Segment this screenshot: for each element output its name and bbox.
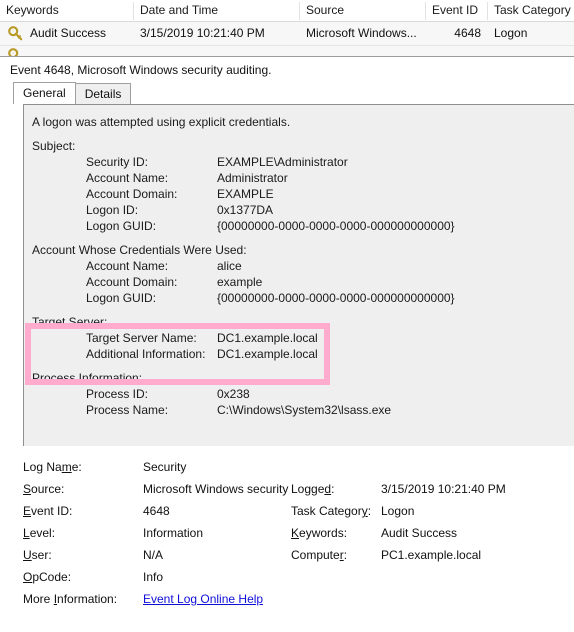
metadata-label-logged: Logged:	[291, 482, 335, 496]
metadata-label-computer: Computer:	[291, 548, 348, 562]
page-title: Event 4648, Microsoft Windows security a…	[0, 56, 574, 82]
tab-strip[interactable]: General Details	[0, 82, 574, 104]
field-row: Account Domain: example	[24, 274, 574, 290]
cell-task-category: Logon	[494, 26, 528, 40]
field-label: Additional Information:	[86, 347, 206, 361]
metadata-row: Log Name: Security	[23, 456, 574, 478]
field-label: Account Domain:	[86, 275, 178, 289]
cell-keywords: Audit Success	[30, 26, 107, 40]
field-value: EXAMPLE	[217, 187, 274, 201]
field-value: 0x238	[217, 387, 250, 401]
field-row: Target Server Name: DC1.example.local	[24, 330, 574, 346]
event-metadata-grid: Log Name: Security Source: Microsoft Win…	[23, 446, 574, 610]
column-header-date-and-time[interactable]: Date and Time	[134, 0, 299, 21]
field-value: Administrator	[217, 171, 288, 185]
field-row: Security ID: EXAMPLE\Administrator	[24, 154, 574, 170]
metadata-row: Level: Information Keywords: Audit Succe…	[23, 522, 574, 544]
metadata-value-computer: PC1.example.local	[381, 548, 482, 562]
metadata-value-logged: 3/15/2019 10:21:40 PM	[381, 482, 506, 496]
cell-event-id: 4648	[454, 26, 481, 40]
field-value: {00000000-0000-0000-0000-000000000000}	[217, 219, 455, 233]
event-detail-panel[interactable]: A logon was attempted using explicit cre…	[23, 104, 574, 446]
metadata-label-more-information: More Information:	[23, 592, 118, 606]
column-header-keywords[interactable]: Keywords	[0, 0, 133, 21]
metadata-value-log-name: Security	[143, 460, 187, 474]
section-heading-target-server: Target Server:	[32, 315, 108, 329]
field-row: Process ID: 0x238	[24, 386, 574, 402]
metadata-row: Source: Microsoft Windows security Logge…	[23, 478, 574, 500]
metadata-label-opcode: OpCode:	[23, 570, 72, 584]
field-value: {00000000-0000-0000-0000-000000000000}	[217, 291, 455, 305]
metadata-label-user: User:	[23, 548, 52, 562]
field-row: Logon ID: 0x1377DA	[24, 202, 574, 218]
event-list-header[interactable]: Keywords Date and Time Source Event ID T…	[0, 0, 574, 22]
field-value: 0x1377DA	[217, 203, 274, 217]
metadata-value-opcode: Info	[143, 570, 164, 584]
tab-general[interactable]: General	[13, 82, 76, 104]
metadata-row: User: N/A Computer: PC1.example.local	[23, 544, 574, 566]
field-label: Account Name:	[86, 259, 169, 273]
field-value: EXAMPLE\Administrator	[217, 155, 348, 169]
field-label: Target Server Name:	[86, 331, 197, 345]
metadata-label-level: Level:	[23, 526, 56, 540]
field-label: Account Name:	[86, 171, 169, 185]
field-value: C:\Windows\System32\lsass.exe	[217, 403, 392, 417]
metadata-value-keywords: Audit Success	[381, 526, 458, 540]
metadata-label-source: Source:	[23, 482, 65, 496]
key-icon	[8, 48, 23, 56]
field-row: Account Domain: EXAMPLE	[24, 186, 574, 202]
field-row: Account Name: Administrator	[24, 170, 574, 186]
metadata-value-user: N/A	[143, 548, 164, 562]
metadata-label-log-name: Log Name:	[23, 460, 82, 474]
metadata-value-task-category: Logon	[381, 504, 415, 518]
metadata-value-source: Microsoft Windows security	[143, 482, 289, 496]
section-heading-subject: Subject:	[32, 139, 76, 153]
metadata-value-event-id: 4648	[143, 504, 170, 518]
field-label: Logon ID:	[86, 203, 139, 217]
field-row: Account Name: alice	[24, 258, 574, 274]
field-row: Additional Information: DC1.example.local	[24, 346, 574, 362]
metadata-row: More Information: Event Log Online Help	[23, 588, 574, 610]
column-header-source[interactable]: Source	[300, 0, 425, 21]
column-header-task-category[interactable]: Task Category	[488, 0, 574, 21]
table-row-partial[interactable]	[0, 46, 574, 56]
field-label: Logon GUID:	[86, 219, 157, 233]
column-header-event-id[interactable]: Event ID	[426, 0, 487, 21]
field-value: DC1.example.local	[217, 331, 318, 345]
field-value: DC1.example.local	[217, 347, 318, 361]
field-value: example	[217, 275, 263, 289]
metadata-label-event-id: Event ID:	[23, 504, 73, 518]
field-row: Process Name: C:\Windows\System32\lsass.e…	[24, 402, 574, 418]
event-log-online-help-link[interactable]: Event Log Online Help	[143, 588, 263, 610]
metadata-row: Event ID: 4648 Task Category: Logon	[23, 500, 574, 522]
field-label: Security ID:	[86, 155, 149, 169]
cell-source: Microsoft Windows...	[306, 26, 417, 40]
detail-summary: A logon was attempted using explicit cre…	[32, 115, 291, 129]
metadata-row: OpCode: Info	[23, 566, 574, 588]
section-heading-credentials-used: Account Whose Credentials Were Used:	[32, 243, 247, 257]
field-label: Process Name:	[86, 403, 169, 417]
metadata-value-level: Information	[143, 526, 204, 540]
table-row[interactable]: Audit Success 3/15/2019 10:21:40 PM Micr…	[0, 22, 574, 46]
metadata-label-task-category: Task Category:	[291, 504, 372, 518]
field-value: alice	[217, 259, 242, 273]
field-label: Account Domain:	[86, 187, 178, 201]
field-label: Process ID:	[86, 387, 149, 401]
field-label: Logon GUID:	[86, 291, 157, 305]
cell-date-and-time: 3/15/2019 10:21:40 PM	[140, 26, 265, 40]
tab-details[interactable]: Details	[74, 83, 132, 104]
section-heading-process-information: Process Information:	[32, 371, 143, 385]
key-icon	[8, 26, 23, 41]
field-row: Logon GUID: {00000000-0000-0000-0000-0000…	[24, 218, 574, 234]
metadata-label-keywords: Keywords:	[291, 526, 348, 540]
field-row: Logon GUID: {00000000-0000-0000-0000-0000…	[24, 290, 574, 306]
event-list-pane[interactable]: Keywords Date and Time Source Event ID T…	[0, 0, 574, 56]
